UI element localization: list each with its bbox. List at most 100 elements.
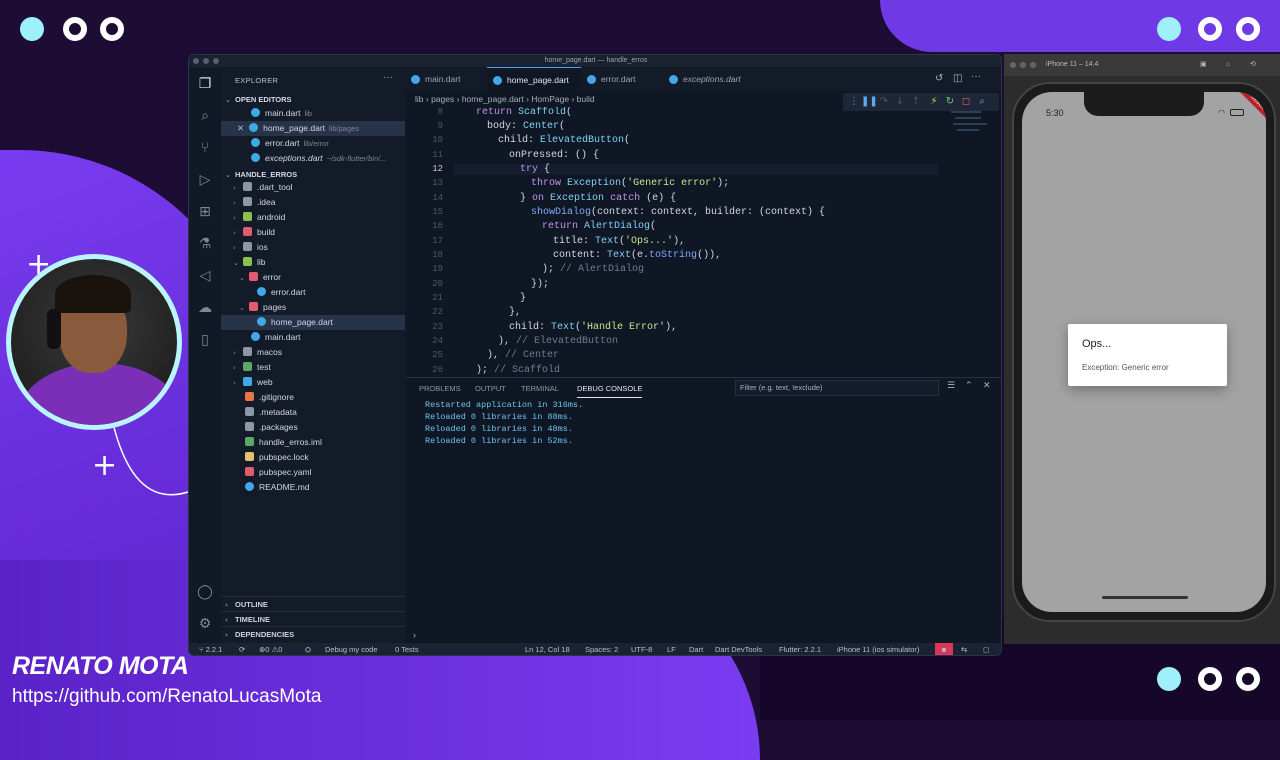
- dart-devtools[interactable]: Dart DevTools: [715, 643, 762, 655]
- problems-indicator[interactable]: ⊗0 ⚠0: [259, 643, 282, 655]
- tree-folder[interactable]: › build: [221, 225, 405, 240]
- more-actions-icon[interactable]: ···: [383, 72, 393, 83]
- device-selector[interactable]: iPhone 11 (ios simulator): [837, 643, 919, 655]
- tree-folder[interactable]: › macos: [221, 345, 405, 360]
- minimize-window-button[interactable]: [203, 58, 209, 64]
- tree-file[interactable]: handle_erros.iml: [221, 435, 405, 450]
- tree-folder[interactable]: › .dart_tool: [221, 180, 405, 195]
- end-of-line[interactable]: LF: [667, 643, 676, 655]
- cursor-position[interactable]: Ln 12, Col 18: [525, 643, 570, 655]
- code-line: title: Text('Ops...'),: [553, 236, 686, 247]
- tab-home-page-dart[interactable]: home_page.dart: [487, 67, 581, 91]
- source-control-icon[interactable]: ⑂: [196, 139, 214, 157]
- tab-exceptions-dart[interactable]: exceptions.dart: [663, 67, 773, 91]
- debug-icon[interactable]: ⛭: [305, 643, 311, 655]
- tree-file[interactable]: error.dart: [221, 285, 405, 300]
- console-input-prompt[interactable]: ›: [413, 630, 416, 640]
- decor-ring: [1198, 17, 1222, 41]
- outline-section[interactable]: › OUTLINE: [221, 596, 405, 611]
- project-header[interactable]: ⌄ HANDLE_ERROS: [225, 170, 297, 179]
- maximize-window-button[interactable]: [213, 58, 219, 64]
- tab-terminal[interactable]: TERMINAL: [521, 384, 559, 393]
- language-mode[interactable]: Dart: [689, 643, 703, 655]
- indentation[interactable]: Spaces: 2: [585, 643, 618, 655]
- tree-file[interactable]: .packages: [221, 420, 405, 435]
- tree-file[interactable]: pubspec.yaml: [221, 465, 405, 480]
- tree-folder[interactable]: › test: [221, 360, 405, 375]
- tree-folder[interactable]: › android: [221, 210, 405, 225]
- history-icon[interactable]: ↺: [935, 73, 943, 84]
- tab-main-dart[interactable]: main.dart: [405, 67, 487, 91]
- tab-problems[interactable]: PROBLEMS: [419, 384, 461, 393]
- close-window-button[interactable]: [193, 58, 199, 64]
- split-editor-icon[interactable]: ◫: [953, 73, 962, 84]
- tab-output[interactable]: OUTPUT: [475, 384, 506, 393]
- tree-file[interactable]: .metadata: [221, 405, 405, 420]
- maximize-panel-icon[interactable]: ⌃: [965, 381, 973, 391]
- tree-file[interactable]: .gitignore: [221, 390, 405, 405]
- extensions-icon[interactable]: ⊞: [196, 203, 214, 221]
- rotate-icon[interactable]: ⟲: [1250, 54, 1256, 76]
- breadcrumb-item[interactable]: home_page.dart: [462, 94, 524, 104]
- minimize-window-button[interactable]: [1020, 62, 1026, 68]
- docker-icon[interactable]: ☁: [196, 299, 214, 317]
- tree-folder[interactable]: ⌄ pages: [221, 300, 405, 315]
- phone-screen[interactable]: 5:30 ◠ DEBUG Ops... Exception: Generic e…: [1022, 92, 1266, 612]
- timeline-section[interactable]: › TIMELINE: [221, 611, 405, 626]
- open-editor-item[interactable]: error.dart lib/error: [221, 136, 405, 151]
- run-debug-icon[interactable]: ▷: [196, 171, 214, 189]
- maximize-window-button[interactable]: [1030, 62, 1036, 68]
- tab-debug-console[interactable]: DEBUG CONSOLE: [577, 384, 643, 398]
- tree-folder[interactable]: › web: [221, 375, 405, 390]
- screenshot-icon[interactable]: ▣: [1200, 54, 1207, 76]
- testing-icon[interactable]: ⚗: [196, 235, 214, 253]
- settings-gear-icon[interactable]: ⚙: [196, 615, 214, 633]
- battery-icon: [1230, 109, 1244, 116]
- bookmark-icon[interactable]: ▯: [196, 331, 214, 349]
- encoding[interactable]: UTF-8: [631, 643, 652, 655]
- close-window-button[interactable]: [1010, 62, 1016, 68]
- tree-folder[interactable]: › ios: [221, 240, 405, 255]
- search-icon[interactable]: ⌕: [196, 107, 214, 125]
- tree-folder[interactable]: ⌄ error: [221, 270, 405, 285]
- tab-error-dart[interactable]: error.dart: [581, 67, 663, 91]
- tree-file[interactable]: pubspec.lock: [221, 450, 405, 465]
- files-icon[interactable]: ❐: [196, 75, 214, 93]
- breadcrumb-item[interactable]: lib: [415, 94, 424, 104]
- feedback-icon[interactable]: ☻: [935, 643, 953, 655]
- filter-input[interactable]: Filter (e.g. text, !exclude): [735, 380, 939, 396]
- tree-file[interactable]: main.dart: [221, 330, 405, 345]
- tree-file[interactable]: README.md: [221, 480, 405, 495]
- close-panel-icon[interactable]: ✕: [983, 381, 991, 391]
- open-editor-item-active[interactable]: ✕ home_page.dart lib/pages: [221, 121, 405, 136]
- account-icon[interactable]: ◯: [196, 583, 214, 601]
- breadcrumb-item[interactable]: build: [577, 94, 595, 104]
- open-editors-header[interactable]: ⌄ OPEN EDITORS: [225, 95, 292, 104]
- flutter-version[interactable]: Flutter: 2.2.1: [779, 643, 821, 655]
- tree-file-active[interactable]: home_page.dart: [221, 315, 405, 330]
- dependencies-section[interactable]: › DEPENDENCIES: [221, 626, 405, 641]
- minimap[interactable]: [947, 107, 993, 137]
- breadcrumb-item[interactable]: pages: [431, 94, 454, 104]
- home-indicator[interactable]: [1102, 596, 1188, 599]
- open-editor-item[interactable]: main.dart lib: [221, 106, 405, 121]
- notifications-icon[interactable]: ◻: [983, 643, 989, 655]
- github-link[interactable]: https://github.com/RenatoLucasMota: [12, 686, 321, 708]
- alert-dialog[interactable]: Ops... Exception: Generic error: [1068, 324, 1227, 386]
- tree-folder[interactable]: ⌄ lib: [221, 255, 405, 270]
- code-editor[interactable]: 8 return Scaffold( 9 body: Center( 10 child…: [405, 107, 993, 377]
- sync-icon[interactable]: ⟳: [239, 643, 245, 655]
- home-icon[interactable]: ⌂: [1226, 54, 1230, 76]
- flutter-icon[interactable]: ◁: [196, 267, 214, 285]
- branch-indicator[interactable]: ⑂ 2.2.1: [199, 643, 222, 655]
- more-actions-icon[interactable]: ···: [971, 71, 981, 82]
- open-editor-item[interactable]: exceptions.dart ~/sdk-flutter/bin/...: [221, 151, 405, 166]
- close-icon[interactable]: ✕: [237, 123, 244, 133]
- remote-icon[interactable]: ⇆: [961, 643, 967, 655]
- tests-status[interactable]: 0 Tests: [395, 643, 419, 655]
- breadcrumb-item[interactable]: HomPage: [531, 94, 569, 104]
- debug-status[interactable]: Debug my code: [325, 643, 378, 655]
- title-bar: home_page.dart — handle_erros: [189, 55, 1001, 67]
- tree-folder[interactable]: › .idea: [221, 195, 405, 210]
- word-wrap-icon[interactable]: ☰: [947, 381, 955, 391]
